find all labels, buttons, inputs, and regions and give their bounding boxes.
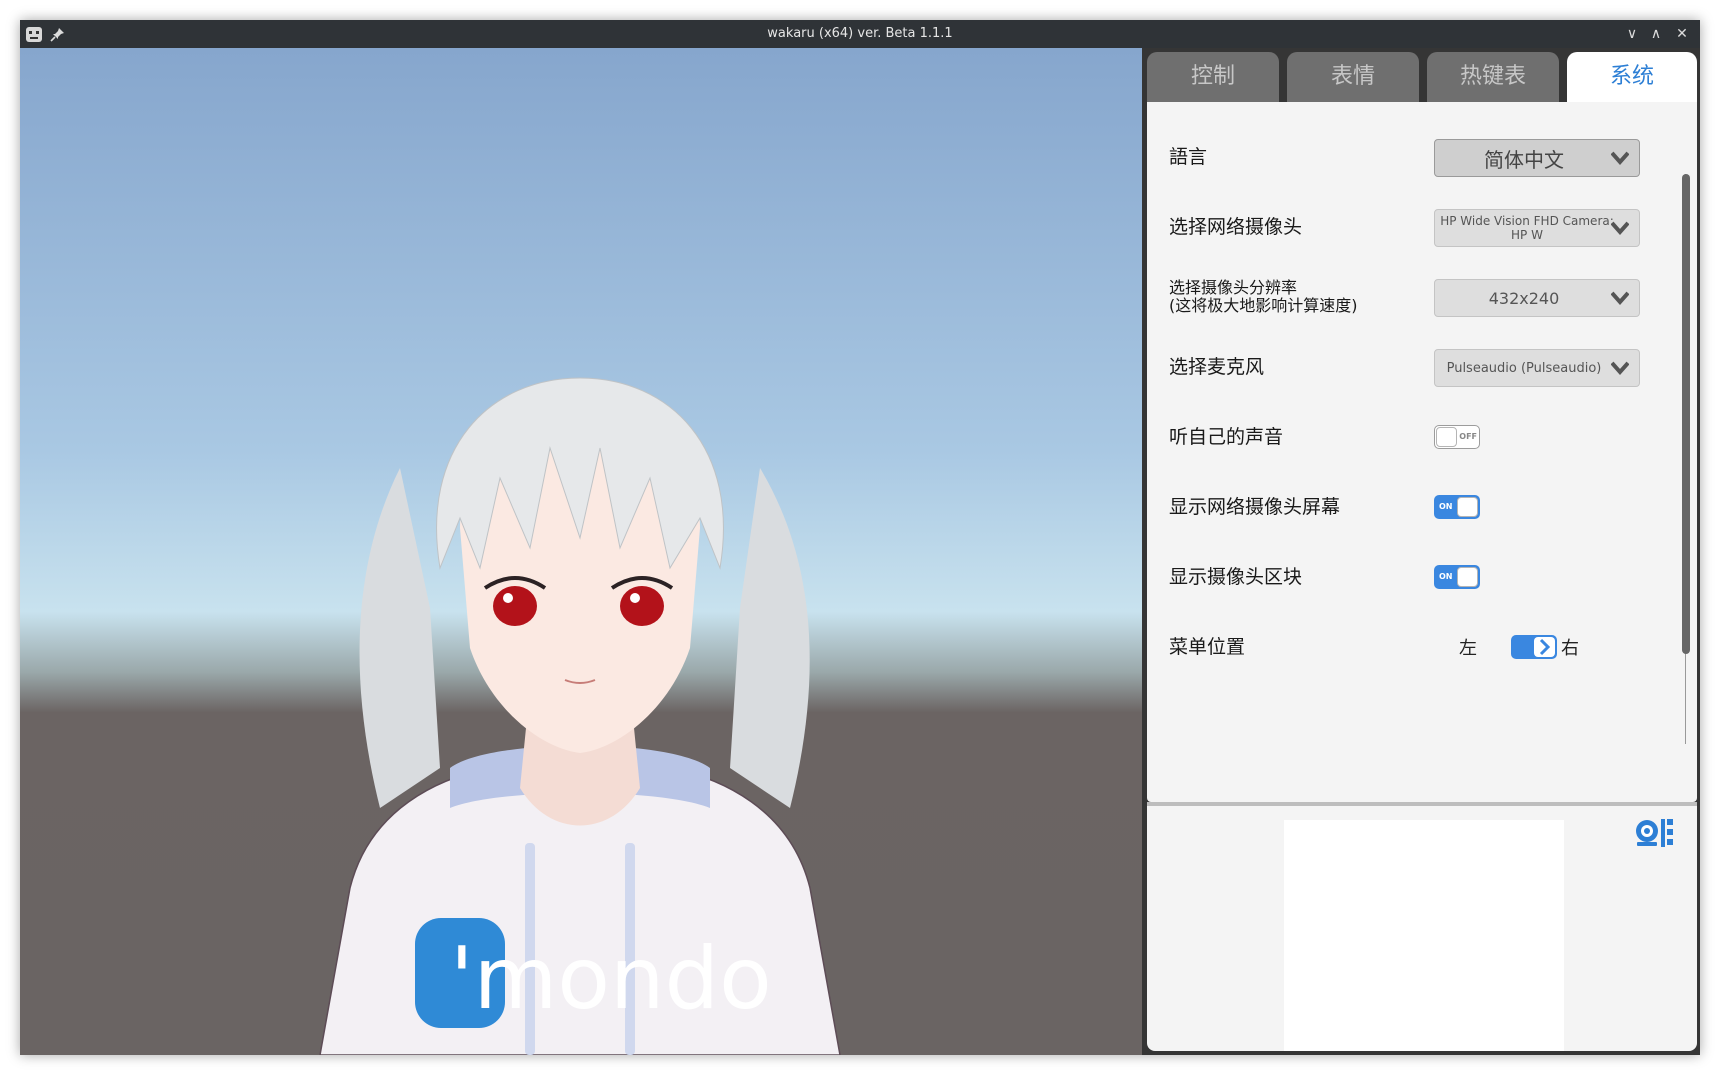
- webcam-preview: [1284, 820, 1564, 1051]
- show-webcam-toggle[interactable]: ON: [1434, 495, 1480, 519]
- app-window: wakaru (x64) ver. Beta 1.1.1 ∨ ∧ ✕ 'mond…: [20, 20, 1700, 1055]
- left-eye: [493, 586, 537, 626]
- webcam-select[interactable]: HP Wide Vision FHD Camera: HP W: [1434, 209, 1640, 247]
- scrollbar-thumb[interactable]: [1682, 174, 1690, 654]
- toggle-knob: [1534, 637, 1555, 657]
- tab-system[interactable]: 系统: [1567, 52, 1697, 102]
- resolution-select[interactable]: 432x240: [1434, 279, 1640, 317]
- show-camera-block-toggle[interactable]: ON: [1434, 565, 1480, 589]
- avatar-viewport[interactable]: 'mondo: [20, 48, 1142, 1055]
- close-button[interactable]: ✕: [1670, 22, 1694, 46]
- show-webcam-label: 显示网络摄像头屏幕: [1169, 495, 1341, 518]
- chevron-down-icon: [1611, 221, 1629, 235]
- settings-panel: 控制 表情 热键表 系统 語言 简体中文 选择网络摄像头 HP Wide Vis…: [1142, 48, 1700, 1055]
- webcam-label: 选择网络摄像头: [1169, 215, 1303, 238]
- monitor-audio-label: 听自己的声音: [1169, 425, 1284, 448]
- hair-bangs: [436, 377, 724, 570]
- camera-preview-area: [1147, 806, 1697, 1051]
- setting-row-resolution: 选择摄像头分辨率 (这将极大地影响计算速度) 432x240: [1147, 262, 1667, 332]
- setting-row-show-webcam: 显示网络摄像头屏幕 ON: [1147, 472, 1667, 542]
- hair-right-twintail: [730, 468, 810, 808]
- microphone-value: Pulseaudio (Pulseaudio): [1446, 360, 1602, 376]
- language-label: 語言: [1169, 145, 1208, 168]
- hoodie-logo-text: 'mondo: [450, 929, 772, 1029]
- tab-hotkeys[interactable]: 热键表: [1427, 52, 1559, 102]
- title-bar: wakaru (x64) ver. Beta 1.1.1 ∨ ∧ ✕: [20, 20, 1700, 48]
- setting-row-monitor-audio: 听自己的声音 OFF: [1147, 402, 1667, 472]
- toggle-state: ON: [1439, 572, 1453, 581]
- chevron-down-icon: [1611, 291, 1629, 305]
- chevron-down-icon: [1611, 361, 1629, 375]
- setting-row-webcam: 选择网络摄像头 HP Wide Vision FHD Camera: HP W: [1147, 192, 1667, 262]
- tab-expression[interactable]: 表情: [1287, 52, 1419, 102]
- show-camera-block-label: 显示摄像头区块: [1169, 565, 1303, 588]
- monitor-audio-toggle[interactable]: OFF: [1434, 425, 1480, 449]
- window-title: wakaru (x64) ver. Beta 1.1.1: [767, 26, 953, 41]
- system-settings-list: 語言 简体中文 选择网络摄像头 HP Wide Vision FHD Camer…: [1147, 102, 1697, 802]
- webcam-value: HP Wide Vision FHD Camera: HP W: [1440, 214, 1614, 242]
- menu-position-label: 菜单位置: [1169, 635, 1246, 658]
- settings-scrollbar[interactable]: [1682, 174, 1690, 744]
- maximize-button[interactable]: ∧: [1644, 22, 1668, 46]
- menu-position-left-label: 左: [1459, 638, 1477, 659]
- tab-control[interactable]: 控制: [1147, 52, 1279, 102]
- menu-position-toggle[interactable]: [1511, 635, 1557, 659]
- right-eye: [620, 586, 664, 626]
- webcam-icon[interactable]: [1631, 816, 1675, 852]
- setting-row-language: 語言 简体中文: [1147, 122, 1667, 192]
- chevron-right-icon: [1539, 638, 1551, 656]
- menu-position-right-label: 右: [1561, 638, 1579, 659]
- setting-row-show-camera-block: 显示摄像头区块 ON: [1147, 542, 1667, 612]
- tab-bar: 控制 表情 热键表 系统: [1142, 48, 1700, 102]
- avatar-illustration: 'mondo: [319, 377, 841, 1055]
- microphone-label: 选择麦克风: [1169, 355, 1265, 378]
- minimize-button[interactable]: ∨: [1620, 22, 1644, 46]
- resolution-value: 432x240: [1488, 288, 1560, 308]
- toggle-state: OFF: [1459, 432, 1477, 441]
- chevron-down-icon: [1611, 151, 1629, 165]
- toggle-knob: [1457, 567, 1478, 587]
- microphone-select[interactable]: Pulseaudio (Pulseaudio): [1434, 349, 1640, 387]
- setting-row-microphone: 选择麦克风 Pulseaudio (Pulseaudio): [1147, 332, 1667, 402]
- setting-row-menu-position: 菜单位置 左 右: [1147, 612, 1667, 682]
- language-value: 简体中文: [1484, 147, 1564, 172]
- resolution-label: 选择摄像头分辨率 (这将极大地影响计算速度): [1169, 278, 1358, 315]
- language-select[interactable]: 简体中文: [1434, 139, 1640, 177]
- hair-left-twintail: [359, 468, 440, 808]
- toggle-state: ON: [1439, 502, 1453, 511]
- toggle-knob: [1457, 497, 1478, 517]
- toggle-knob: [1436, 427, 1457, 447]
